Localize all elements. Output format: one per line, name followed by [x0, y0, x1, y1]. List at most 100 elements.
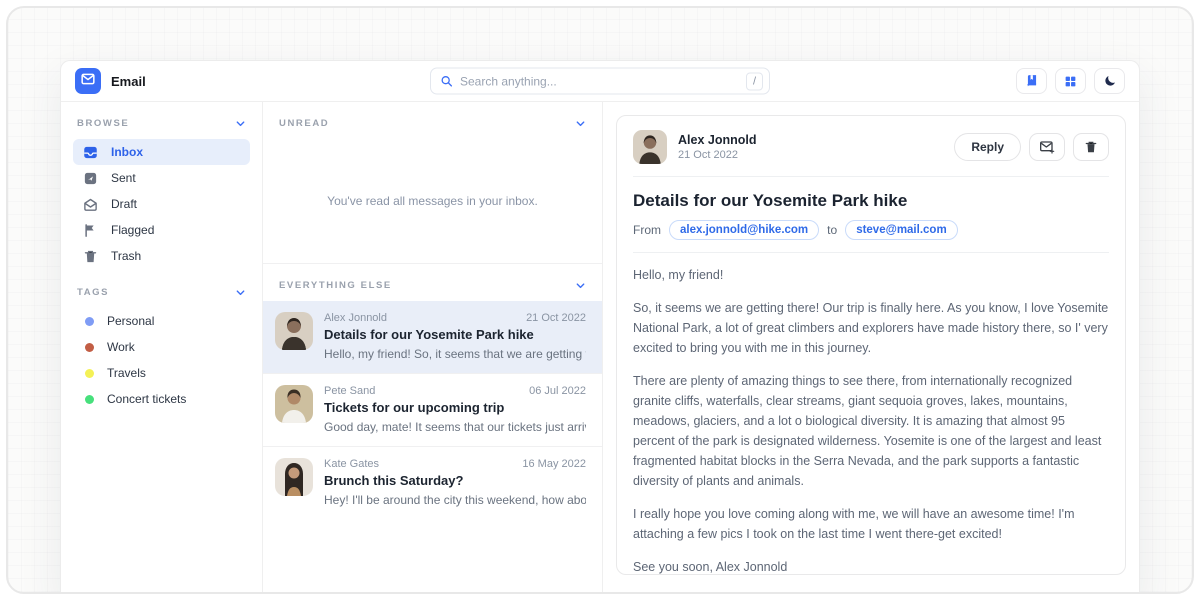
delete-button[interactable]: [1073, 133, 1109, 161]
page-frame: Email /: [6, 6, 1194, 594]
chevron-down-icon[interactable]: [575, 280, 586, 291]
grid-icon: [1064, 75, 1077, 88]
sidebar-item-draft[interactable]: Draft: [73, 191, 250, 217]
mail-date: 16 May 2022: [522, 458, 586, 470]
sidebar-item-flagged[interactable]: Flagged: [73, 217, 250, 243]
sidebar-item-inbox[interactable]: Inbox: [73, 139, 250, 165]
chevron-down-icon[interactable]: [575, 118, 586, 129]
mail-preview: Hello, my friend! So, it seems that we a…: [324, 347, 586, 361]
envelope-icon: [81, 72, 95, 91]
divider: [633, 252, 1109, 253]
tag-label: Personal: [107, 314, 154, 328]
mail-subject: Details for our Yosemite Park hike: [324, 327, 586, 342]
mail-meta: Kate Gates 16 May 2022 Brunch this Satur…: [324, 458, 586, 507]
unread-section-header[interactable]: UNREAD: [263, 102, 602, 139]
browse-label: BROWSE: [77, 118, 129, 129]
mail-subject: Brunch this Saturday?: [324, 473, 586, 488]
mail-date: 06 Jul 2022: [529, 385, 586, 397]
chevron-down-icon[interactable]: [235, 287, 246, 298]
mail-list-item[interactable]: Pete Sand 06 Jul 2022 Tickets for our up…: [263, 373, 602, 446]
browse-section-header[interactable]: BROWSE: [73, 118, 250, 129]
trash-icon: [1084, 140, 1098, 154]
search-icon: [440, 75, 453, 88]
from-email-chip[interactable]: alex.jonnold@hike.com: [669, 220, 819, 240]
notebook-button[interactable]: [1016, 68, 1047, 94]
reply-button[interactable]: Reply: [954, 133, 1021, 161]
book-icon: [1025, 74, 1039, 88]
sender-name: Alex Jonnold: [678, 133, 756, 147]
avatar: [275, 385, 313, 423]
top-actions: [1016, 68, 1125, 94]
app-columns: BROWSE Inbox: [61, 102, 1139, 594]
divider: [633, 176, 1109, 177]
email-date: 21 Oct 2022: [678, 149, 756, 161]
tag-label: Concert tickets: [107, 392, 186, 406]
tag-item-travels[interactable]: Travels: [73, 360, 250, 386]
tag-dot: [85, 395, 94, 404]
forward-button[interactable]: [1029, 133, 1065, 161]
tag-item-personal[interactable]: Personal: [73, 308, 250, 334]
reading-pane: Alex Jonnold 21 Oct 2022 Reply: [603, 102, 1139, 594]
email-subject: Details for our Yosemite Park hike: [633, 191, 1109, 211]
to-label: to: [827, 223, 837, 237]
everything-else-header[interactable]: EVERYTHING ELSE: [263, 264, 602, 301]
dark-mode-button[interactable]: [1094, 68, 1125, 94]
email-detail-header: Alex Jonnold 21 Oct 2022 Reply: [633, 130, 1109, 164]
from-to-row: From alex.jonnold@hike.com to steve@mail…: [633, 220, 1109, 240]
everything-else-section: EVERYTHING ELSE Alex Jonnold 21 Oct: [263, 263, 602, 519]
tag-label: Travels: [107, 366, 146, 380]
browse-items: Inbox Sent Draft: [73, 139, 250, 269]
sidebar-item-label: Draft: [111, 197, 137, 211]
envelope-plus-icon: [1039, 139, 1055, 155]
mail-preview: Good day, mate! It seems that our ticket…: [324, 420, 586, 434]
top-bar: Email /: [61, 61, 1139, 102]
body-paragraph: So, it seems we are getting there! Our t…: [633, 298, 1109, 358]
to-email-chip[interactable]: steve@mail.com: [845, 220, 957, 240]
mail-meta: Pete Sand 06 Jul 2022 Tickets for our up…: [324, 385, 586, 434]
tag-item-work[interactable]: Work: [73, 334, 250, 360]
sidebar-item-label: Sent: [111, 171, 136, 185]
app-title: Email: [111, 74, 146, 89]
sidebar-item-sent[interactable]: Sent: [73, 165, 250, 191]
mail-sender: Kate Gates: [324, 458, 379, 470]
tag-label: Work: [107, 340, 135, 354]
unread-label: UNREAD: [279, 118, 329, 129]
tags-section-header[interactable]: TAGS: [73, 287, 250, 298]
mail-list-item[interactable]: Kate Gates 16 May 2022 Brunch this Satur…: [263, 446, 602, 519]
sender-block: Alex Jonnold 21 Oct 2022: [678, 133, 756, 161]
apps-button[interactable]: [1055, 68, 1086, 94]
mail-preview: Hey! I'll be around the city this weeken…: [324, 493, 586, 507]
moon-icon: [1103, 74, 1117, 88]
search-input[interactable]: [460, 74, 739, 88]
sidebar-item-label: Flagged: [111, 223, 154, 237]
search-bar[interactable]: /: [430, 68, 770, 95]
mail-sender: Alex Jonnold: [324, 312, 387, 324]
unread-empty-text: You've read all messages in your inbox.: [327, 194, 538, 208]
mail-subject: Tickets for our upcoming trip: [324, 400, 586, 415]
app-logo: [75, 68, 101, 94]
search-shortcut-badge: /: [746, 72, 763, 90]
sidebar-item-label: Inbox: [111, 145, 143, 159]
unread-empty-state: You've read all messages in your inbox.: [263, 139, 602, 263]
tag-dot: [85, 317, 94, 326]
body-paragraph: Hello, my friend!: [633, 265, 1109, 285]
tag-items: Personal Work Travels Concert tickets: [73, 308, 250, 412]
message-list-column: UNREAD You've read all messages in your …: [263, 102, 603, 594]
tag-item-concert-tickets[interactable]: Concert tickets: [73, 386, 250, 412]
body-paragraph: I really hope you love coming along with…: [633, 504, 1109, 544]
tag-dot: [85, 369, 94, 378]
body-paragraph: See you soon, Alex Jonnold: [633, 557, 1109, 575]
everything-else-label: EVERYTHING ELSE: [279, 280, 392, 291]
avatar: [275, 458, 313, 496]
flag-icon: [83, 223, 98, 238]
sidebar-item-trash[interactable]: Trash: [73, 243, 250, 269]
chevron-down-icon[interactable]: [235, 118, 246, 129]
mail-list-item[interactable]: Alex Jonnold 21 Oct 2022 Details for our…: [263, 301, 602, 373]
email-body: Hello, my friend! So, it seems we are ge…: [633, 265, 1109, 575]
tags-label: TAGS: [77, 287, 109, 298]
sent-icon: [83, 171, 98, 186]
email-detail-card: Alex Jonnold 21 Oct 2022 Reply: [616, 115, 1126, 575]
avatar: [633, 130, 667, 164]
draft-icon: [83, 197, 98, 212]
tag-dot: [85, 343, 94, 352]
